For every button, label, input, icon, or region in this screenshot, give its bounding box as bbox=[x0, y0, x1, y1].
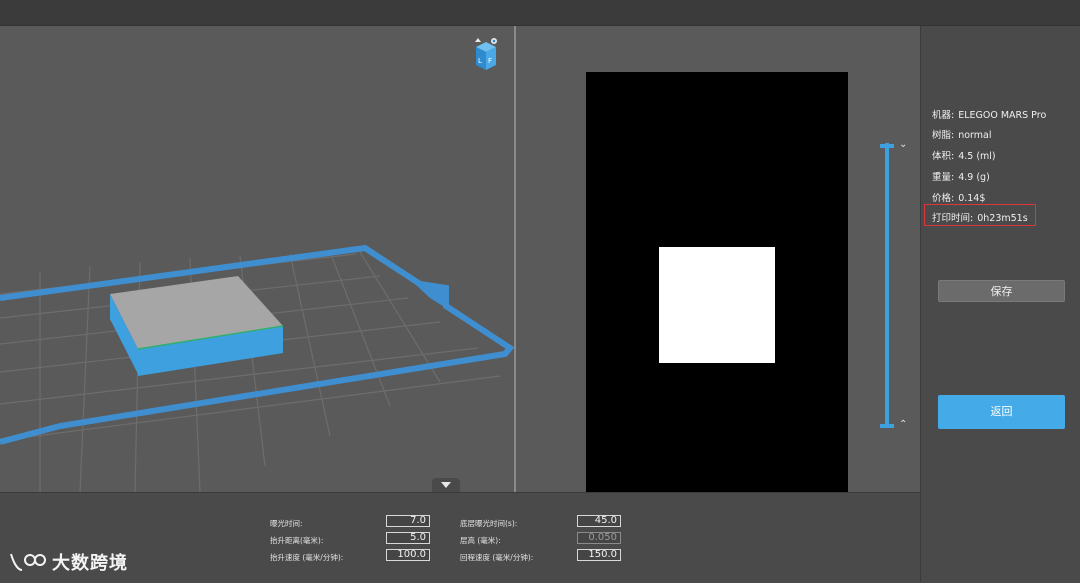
info-side-panel: 机器: ELEGOO MARS Pro 树脂: normal 体积: 4.5 (ml)… bbox=[920, 26, 1080, 582]
watermark: 大数跨境 bbox=[8, 548, 128, 576]
machine-info: 机器: ELEGOO MARS Pro bbox=[932, 110, 1047, 121]
layer-height-label: 层高 (毫米): bbox=[460, 536, 501, 545]
bottom-exposure-label: 底层曝光时间(s): bbox=[460, 519, 518, 528]
weight-info: 重量: 4.9 (g) bbox=[932, 172, 990, 183]
slice-preview-pane: ⌄ ⌃ bbox=[516, 26, 920, 492]
save-button[interactable]: 保存 bbox=[938, 280, 1065, 302]
slice-cross-section bbox=[659, 247, 775, 363]
resin-info: 树脂: normal bbox=[932, 130, 992, 141]
retract-speed-label: 回程速度 (毫米/分钟): bbox=[460, 553, 534, 562]
layer-slider-track[interactable] bbox=[885, 143, 889, 426]
3d-viewport[interactable]: L F bbox=[0, 26, 514, 492]
model-block[interactable] bbox=[110, 276, 284, 376]
collapse-panel-button[interactable] bbox=[432, 478, 460, 492]
print-settings-panel: 曝光时间: 7.0 抬升距离(毫米): 5.0 抬升速度 (毫米/分钟): 10… bbox=[0, 492, 920, 583]
bottom-exposure-field[interactable]: 45.0 bbox=[577, 515, 621, 527]
lift-speed-field[interactable]: 100.0 bbox=[386, 549, 430, 561]
triangle-down-icon bbox=[441, 482, 451, 488]
layer-slider-top-handle[interactable] bbox=[880, 144, 894, 148]
view-cube-icon[interactable]: L F bbox=[472, 37, 500, 71]
chevron-up-icon[interactable]: ⌃ bbox=[899, 420, 907, 430]
watermark-text: 大数跨境 bbox=[52, 553, 128, 574]
layer-height-field: 0.050 bbox=[577, 532, 621, 544]
price-info: 价格: 0.14$ bbox=[932, 193, 986, 204]
lift-distance-label: 抬升距离(毫米): bbox=[270, 536, 324, 545]
retract-speed-field[interactable]: 150.0 bbox=[577, 549, 621, 561]
svg-text:L: L bbox=[478, 57, 482, 65]
build-plate-scene bbox=[0, 244, 514, 492]
volume-info: 体积: 4.5 (ml) bbox=[932, 151, 996, 162]
layer-slider-bottom-handle[interactable] bbox=[880, 424, 894, 428]
exposure-time-field[interactable]: 7.0 bbox=[386, 515, 430, 527]
chevron-down-icon[interactable]: ⌄ bbox=[899, 140, 907, 150]
print-time-info: 打印时间: 0h23m51s bbox=[932, 213, 1028, 224]
lift-distance-field[interactable]: 5.0 bbox=[386, 532, 430, 544]
lift-speed-label: 抬升速度 (毫米/分钟): bbox=[270, 553, 344, 562]
watermark-logo-icon bbox=[10, 553, 46, 571]
svg-text:F: F bbox=[488, 57, 492, 65]
back-button[interactable]: 返回 bbox=[938, 395, 1065, 429]
top-bar bbox=[0, 0, 1080, 26]
slice-canvas bbox=[586, 72, 848, 492]
exposure-time-label: 曝光时间: bbox=[270, 519, 303, 528]
